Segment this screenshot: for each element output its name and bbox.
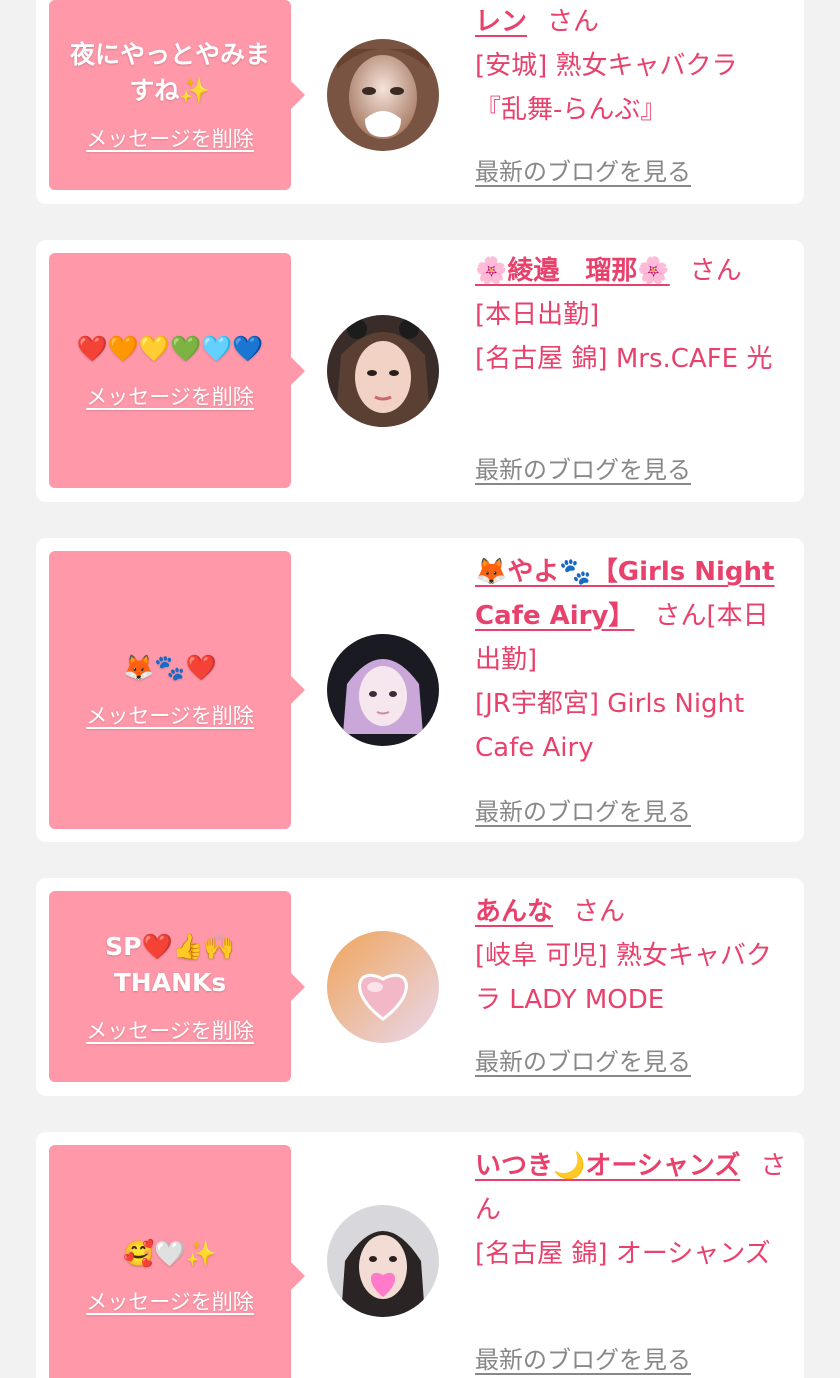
profile-info: 🦊やよ🐾【Girls Night Cafe Airy】 さん[本日出勤] [JR宇… [475, 550, 787, 770]
cast-name-link[interactable]: 🌸綾邉 瑠那🌸 [475, 256, 670, 286]
avatar-photo [327, 315, 439, 427]
latest-blog-link[interactable]: 最新のブログを見る [475, 152, 691, 187]
favorite-card: 🥰🤍✨ メッセージを削除 いつき🌙オーシャンズ さん [名古屋 錦] オーシャンズ… [36, 1132, 804, 1378]
name-line: レン さん [475, 0, 787, 44]
honorific: さん [689, 256, 742, 286]
profile-info: あんな さん [岐阜 可児] 熟女キャバクラ LADY MODE [475, 890, 787, 1022]
profile-info: 🌸綾邉 瑠那🌸 さん [本日出勤] [名古屋 錦] Mrs.CAFE 光 [475, 249, 787, 381]
favorite-card: 夜にやっとやみますね✨ メッセージを削除 レン さん [安城] 熟女キャバクラ『乱… [36, 0, 804, 204]
shop-info: [JR宇都宮] Girls Night Cafe Airy [475, 689, 745, 763]
honorific: さん [654, 601, 707, 631]
latest-blog-link[interactable]: 最新のブログを見る [475, 1340, 691, 1375]
work-status: [本日出勤] [475, 300, 600, 330]
message-bubble: 🥰🤍✨ メッセージを削除 [49, 1145, 305, 1378]
message-bubble: SP❤️👍🙌THANKs メッセージを削除 [49, 891, 305, 1082]
name-line: 🌸綾邉 瑠那🌸 さん [475, 249, 787, 293]
profile-info: いつき🌙オーシャンズ さん [名古屋 錦] オーシャンズ [475, 1144, 787, 1276]
avatar-photo [327, 634, 439, 746]
favorites-list: 夜にやっとやみますね✨ メッセージを削除 レン さん [安城] 熟女キャバクラ『乱… [0, 0, 840, 1378]
avatar-photo [327, 931, 439, 1043]
avatar[interactable] [327, 931, 439, 1043]
cast-name-link[interactable]: いつき🌙オーシャンズ [475, 1151, 740, 1181]
honorific: さん [547, 7, 600, 37]
favorite-card: 🦊🐾❤️ メッセージを削除 🦊やよ🐾【Girls Night Cafe Airy… [36, 538, 804, 842]
delete-message-link[interactable]: メッセージを削除 [86, 700, 254, 730]
avatar-photo [327, 39, 439, 151]
delete-message-link[interactable]: メッセージを削除 [86, 1015, 254, 1045]
honorific: さん [573, 897, 626, 927]
message-bubble: 🦊🐾❤️ メッセージを削除 [49, 551, 305, 829]
favorite-card: SP❤️👍🙌THANKs メッセージを削除 あんな さん [岐阜 可児] 熟女キャ… [36, 878, 804, 1096]
delete-message-link[interactable]: メッセージを削除 [86, 1286, 254, 1316]
message-text: SP❤️👍🙌THANKs [105, 931, 235, 997]
name-line: 🦊やよ🐾【Girls Night Cafe Airy】 さん[本日出勤] [475, 550, 787, 682]
message-text: 🦊🐾❤️ [123, 653, 217, 682]
message-bubble: 夜にやっとやみますね✨ メッセージを削除 [49, 0, 305, 190]
shop-info: [岐阜 可児] 熟女キャバクラ LADY MODE [475, 941, 772, 1015]
shop-info: [名古屋 錦] Mrs.CAFE 光 [475, 344, 773, 374]
avatar[interactable] [327, 1205, 439, 1317]
profile-info: レン さん [安城] 熟女キャバクラ『乱舞-らんぶ』 [475, 0, 787, 132]
message-bubble: ❤️🧡💛💚🩵💙 メッセージを削除 [49, 253, 305, 488]
latest-blog-link[interactable]: 最新のブログを見る [475, 450, 691, 485]
avatar[interactable] [327, 39, 439, 151]
shop-info: [名古屋 錦] オーシャンズ [475, 1239, 771, 1269]
latest-blog-link[interactable]: 最新のブログを見る [475, 792, 691, 827]
favorite-card: ❤️🧡💛💚🩵💙 メッセージを削除 🌸綾邉 瑠那🌸 さん [本日出勤] [名古屋 錦… [36, 240, 804, 502]
message-text: ❤️🧡💛💚🩵💙 [76, 333, 264, 363]
avatar[interactable] [327, 634, 439, 746]
message-text: 🥰🤍✨ [123, 1239, 217, 1268]
cast-name-link[interactable]: レン [475, 7, 527, 37]
delete-message-link[interactable]: メッセージを削除 [86, 123, 254, 153]
cast-name-link[interactable]: あんな [475, 897, 553, 927]
message-text: 夜にやっとやみますね✨ [69, 40, 270, 105]
avatar-photo [327, 1205, 439, 1317]
shop-info: [安城] 熟女キャバクラ『乱舞-らんぶ』 [475, 51, 738, 125]
name-line: あんな さん [475, 890, 787, 934]
name-line: いつき🌙オーシャンズ さん [475, 1144, 787, 1232]
avatar[interactable] [327, 315, 439, 427]
latest-blog-link[interactable]: 最新のブログを見る [475, 1042, 691, 1077]
delete-message-link[interactable]: メッセージを削除 [86, 381, 254, 411]
